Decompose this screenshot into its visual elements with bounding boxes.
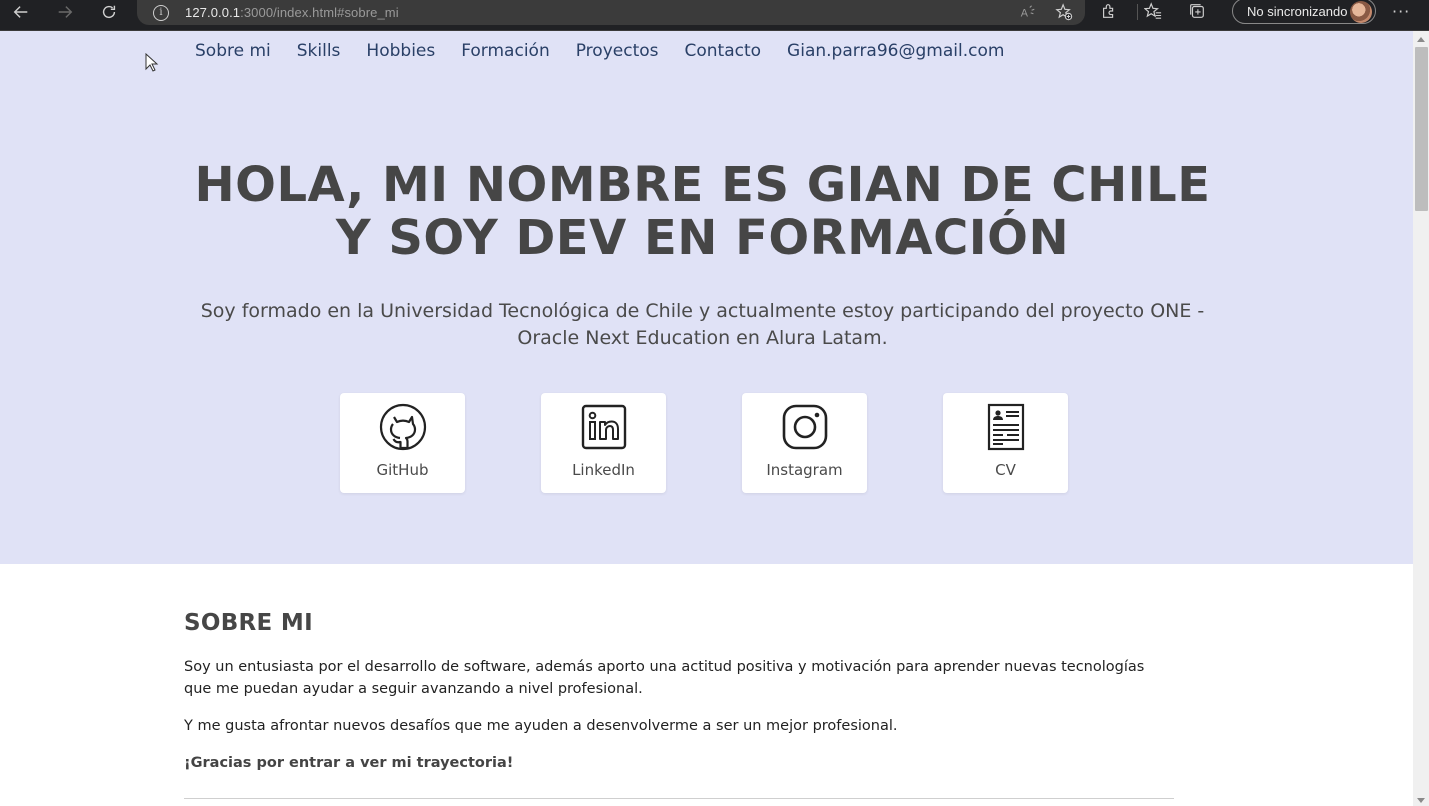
about-paragraph-2: Y me gusta afrontar nuevos desafíos que … bbox=[184, 718, 898, 734]
svg-text:A: A bbox=[1021, 8, 1029, 20]
profile-label: No sincronizando bbox=[1247, 3, 1348, 19]
page-viewport: Sobre mi Skills Hobbies Formación Proyec… bbox=[0, 31, 1413, 806]
more-menu-icon[interactable]: ··· bbox=[1392, 2, 1410, 21]
hero-title-line1: HOLA, MI NOMBRE ES GIAN DE CHILE bbox=[194, 157, 1211, 213]
forward-button[interactable] bbox=[50, 0, 80, 24]
nav-link-formacion[interactable]: Formación bbox=[461, 41, 550, 61]
favorites-icon[interactable] bbox=[1144, 2, 1162, 20]
profile-button[interactable]: No sincronizando bbox=[1232, 0, 1376, 24]
url-path: :3000/index.html#sobre_mi bbox=[240, 5, 399, 20]
url-host: 127.0.0.1 bbox=[185, 5, 241, 20]
avatar bbox=[1350, 1, 1372, 23]
address-bar[interactable]: i 127.0.0.1:3000/index.html#sobre_mi A bbox=[137, 0, 1085, 25]
forward-arrow-icon bbox=[58, 6, 73, 18]
reload-button[interactable] bbox=[94, 0, 124, 24]
reload-icon bbox=[102, 5, 116, 19]
cv-label: CV bbox=[995, 461, 1016, 479]
linkedin-card[interactable]: LinkedIn bbox=[541, 393, 666, 493]
hero-subtitle: Soy formado en la Universidad Tecnológic… bbox=[200, 300, 1205, 349]
hero-title: HOLA, MI NOMBRE ES GIAN DE CHILE Y SOY D… bbox=[0, 159, 1405, 265]
vertical-scrollbar[interactable] bbox=[1413, 31, 1429, 806]
nav-link-email[interactable]: Gian.parra96@gmail.com bbox=[787, 41, 1004, 61]
about-thanks: ¡Gracias por entrar a ver mi trayectoria… bbox=[184, 755, 514, 771]
divider bbox=[184, 798, 1174, 799]
hero-title-line2: Y SOY DEV EN FORMACIÓN bbox=[335, 210, 1070, 266]
extensions-icon[interactable] bbox=[1100, 2, 1118, 20]
scrollbar-thumb[interactable] bbox=[1415, 47, 1428, 211]
nav-link-contacto[interactable]: Contacto bbox=[685, 41, 762, 61]
instagram-card[interactable]: Instagram bbox=[742, 393, 867, 493]
linkedin-icon bbox=[581, 404, 626, 450]
hero-section: Sobre mi Skills Hobbies Formación Proyec… bbox=[0, 31, 1413, 564]
nav-link-skills[interactable]: Skills bbox=[297, 41, 341, 61]
read-aloud-icon[interactable]: A bbox=[1019, 3, 1037, 21]
about-section: SOBRE MI Soy un entusiasta por el desarr… bbox=[184, 610, 1174, 799]
instagram-label: Instagram bbox=[766, 461, 843, 479]
collections-icon[interactable] bbox=[1188, 2, 1206, 20]
nav-link-hobbies[interactable]: Hobbies bbox=[366, 41, 435, 61]
about-paragraph-1: Soy un entusiasta por el desarrollo de s… bbox=[184, 659, 1145, 697]
scroll-up-arrow-icon[interactable] bbox=[1417, 37, 1425, 42]
mouse-cursor-icon bbox=[145, 53, 159, 72]
cv-document-icon bbox=[987, 403, 1024, 451]
github-icon bbox=[379, 403, 426, 451]
site-info-icon[interactable]: i bbox=[153, 4, 169, 21]
cv-card[interactable]: CV bbox=[943, 393, 1068, 493]
main-nav: Sobre mi Skills Hobbies Formación Proyec… bbox=[195, 41, 1004, 61]
social-cards: GitHub LinkedIn Instagram CV bbox=[340, 393, 1068, 493]
github-card[interactable]: GitHub bbox=[340, 393, 465, 493]
nav-link-proyectos[interactable]: Proyectos bbox=[576, 41, 659, 61]
github-label: GitHub bbox=[376, 461, 429, 479]
about-heading: SOBRE MI bbox=[184, 610, 313, 636]
toolbar-separator bbox=[1137, 4, 1138, 20]
browser-toolbar: i 127.0.0.1:3000/index.html#sobre_mi A N… bbox=[0, 0, 1429, 31]
url-text[interactable]: 127.0.0.1:3000/index.html#sobre_mi bbox=[185, 5, 399, 20]
nav-link-sobre-mi[interactable]: Sobre mi bbox=[195, 41, 271, 61]
back-button[interactable] bbox=[6, 0, 36, 24]
add-favorite-icon[interactable] bbox=[1055, 3, 1073, 21]
instagram-icon bbox=[782, 404, 827, 450]
back-arrow-icon bbox=[13, 6, 28, 18]
linkedin-label: LinkedIn bbox=[572, 461, 635, 479]
scroll-down-arrow-icon[interactable] bbox=[1417, 798, 1425, 803]
